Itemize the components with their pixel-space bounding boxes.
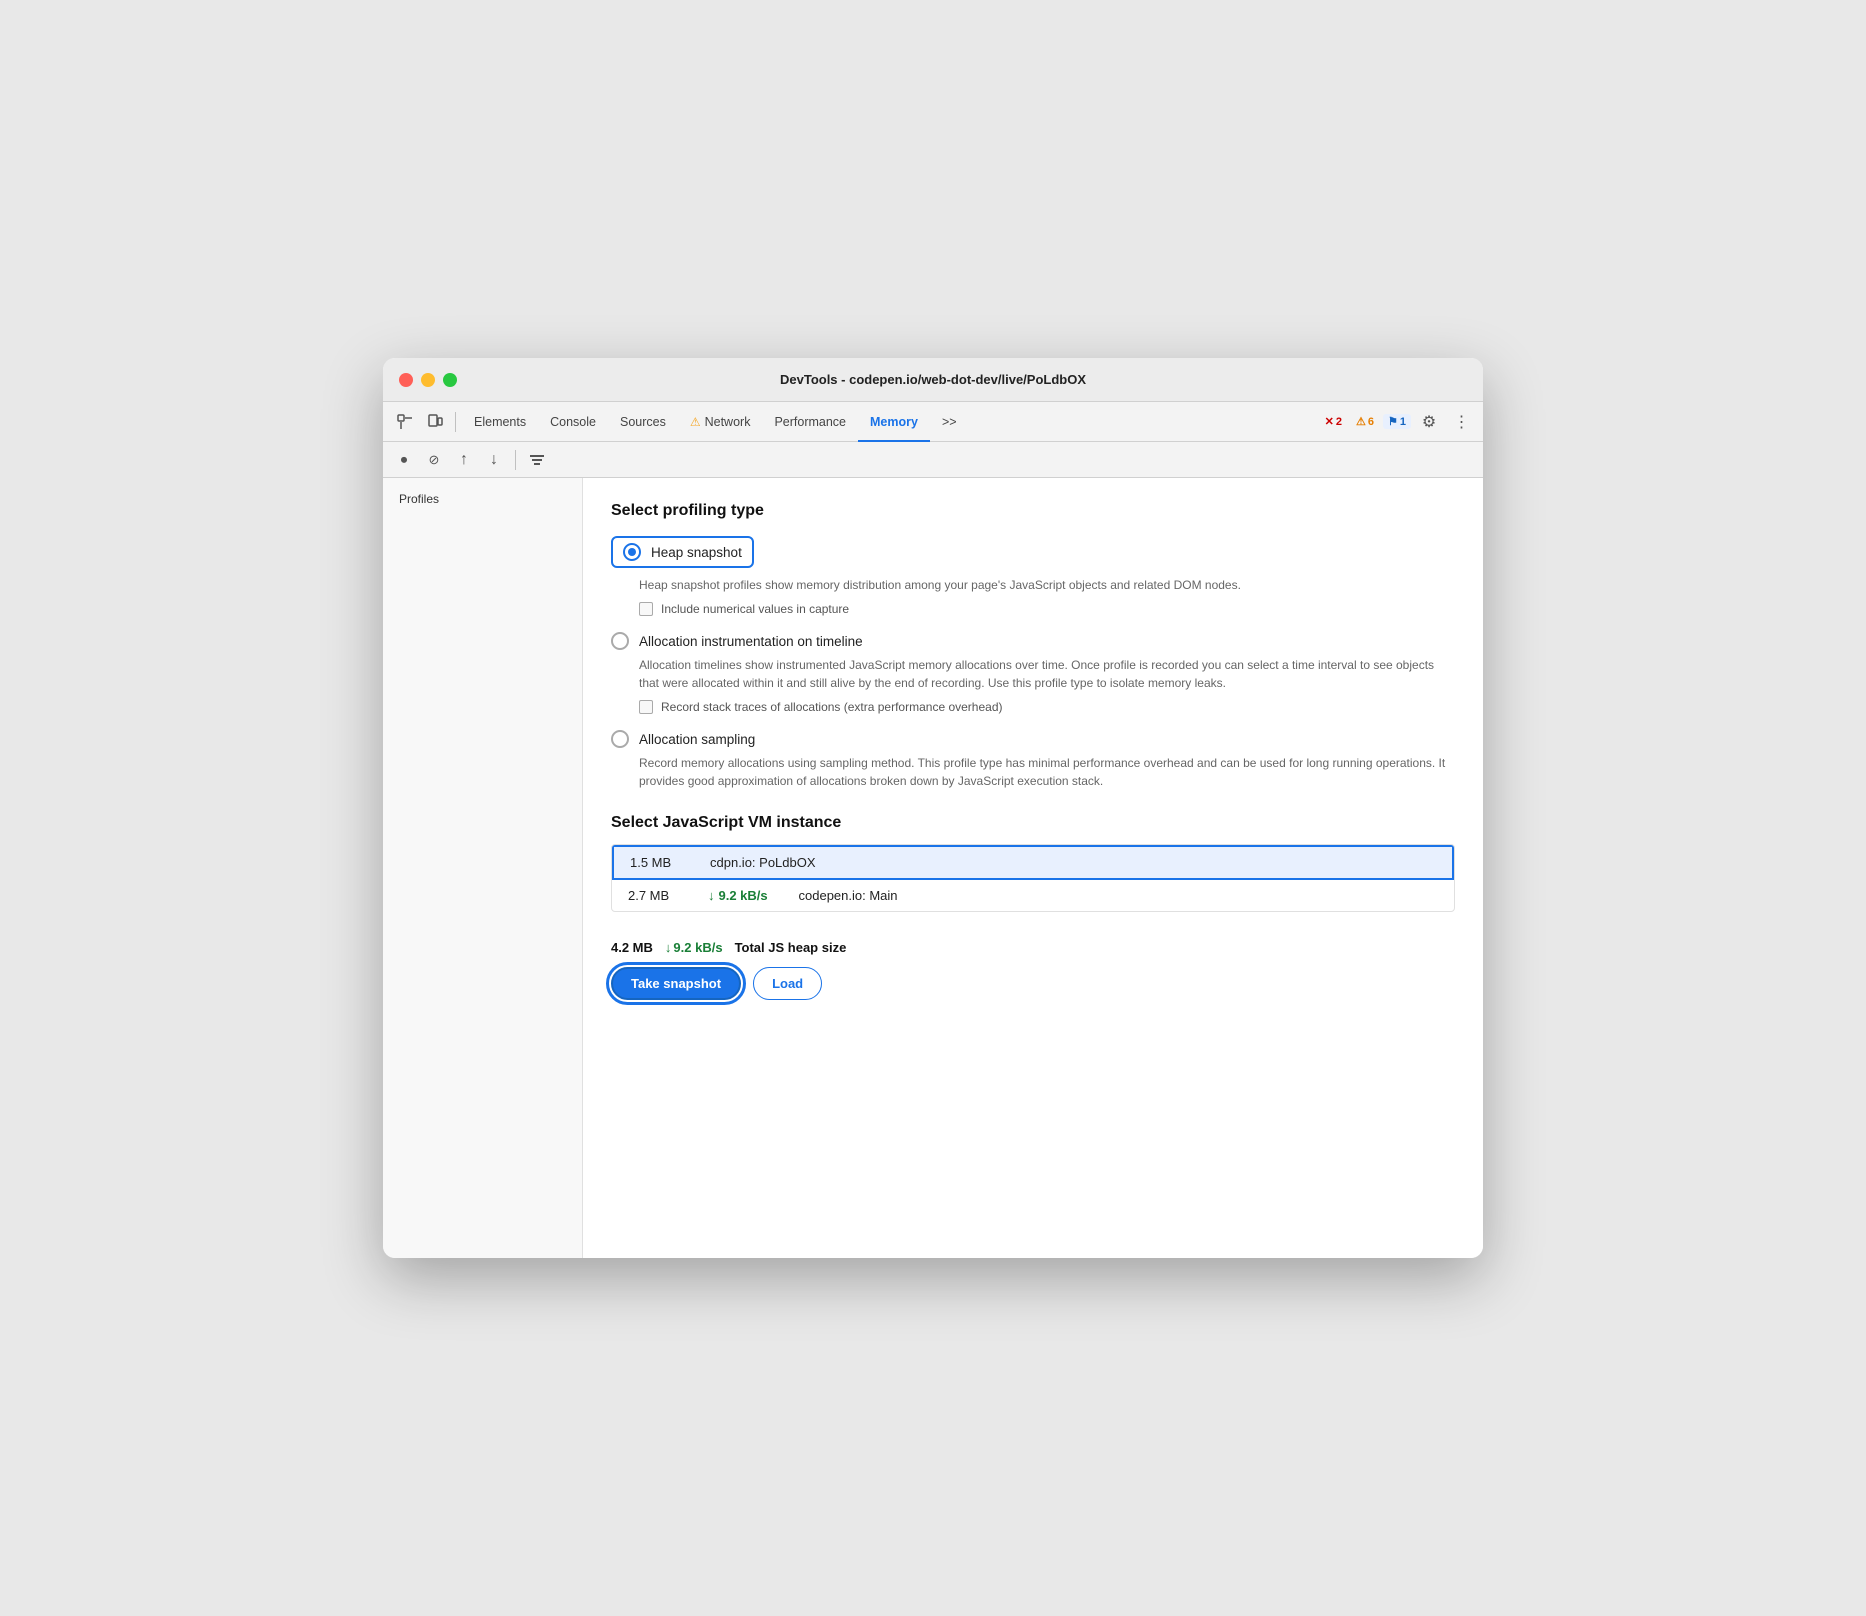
nav-toolbar: Elements Console Sources ⚠ Network Perfo…	[383, 402, 1483, 442]
minimize-button[interactable]	[421, 373, 435, 387]
tab-sources[interactable]: Sources	[608, 402, 678, 442]
close-button[interactable]	[399, 373, 413, 387]
record-stack-traces-label: Record stack traces of allocations (extr…	[661, 700, 1003, 714]
vm-cdpn-size: 1.5 MB	[630, 855, 710, 870]
allocation-sampling-desc: Record memory allocations using sampling…	[639, 754, 1455, 790]
allocation-timeline-desc: Allocation timelines show instrumented J…	[639, 656, 1455, 692]
content-area: Select profiling type Heap snapshot Heap…	[583, 478, 1483, 1258]
device-icon[interactable]	[421, 408, 449, 436]
error-badge[interactable]: ✕ 2	[1320, 414, 1347, 429]
record-button[interactable]: ⏺	[391, 447, 417, 473]
memory-toolbar: ⏺ ⊘ ↑ ↓	[383, 442, 1483, 478]
toolbar-right: ✕ 2 ⚠ 6 ⚑ 1 ⚙ ⋮	[1320, 408, 1475, 436]
sidebar: Profiles	[383, 478, 583, 1258]
stop-button[interactable]: ⊘	[421, 447, 447, 473]
traffic-lights	[399, 373, 457, 387]
take-snapshot-button[interactable]: Take snapshot	[611, 967, 741, 1000]
download-button[interactable]: ↓	[481, 447, 507, 473]
tab-console[interactable]: Console	[538, 402, 608, 442]
heap-snapshot-label: Heap snapshot	[651, 545, 742, 560]
settings-icon[interactable]: ⚙	[1415, 408, 1443, 436]
total-speed-arrow: ↓	[665, 940, 672, 955]
nav-tabs: Elements Console Sources ⚠ Network Perfo…	[462, 402, 1318, 442]
total-speed: 9.2 kB/s	[673, 940, 722, 955]
tab-more[interactable]: >>	[930, 402, 969, 442]
vm-codepen-speed: 9.2 kB/s	[719, 888, 799, 903]
sidebar-profiles-label: Profiles	[383, 486, 582, 512]
vm-cdpn-name: cdpn.io: PoLdbOX	[710, 855, 816, 870]
main-layout: Profiles Select profiling type Heap snap…	[383, 478, 1483, 1258]
load-button[interactable]: Load	[753, 967, 822, 1000]
action-buttons: Take snapshot Load	[611, 967, 1455, 1000]
total-size: 4.2 MB	[611, 940, 653, 955]
allocation-timeline-label: Allocation instrumentation on timeline	[639, 634, 863, 649]
option-allocation-timeline[interactable]: Allocation instrumentation on timeline A…	[611, 632, 1455, 714]
tab-elements[interactable]: Elements	[462, 402, 538, 442]
vm-codepen-speed-arrow: ↓	[708, 888, 715, 903]
vm-row-codepen[interactable]: 2.7 MB ↓ 9.2 kB/s codepen.io: Main	[612, 880, 1454, 911]
upload-button[interactable]: ↑	[451, 447, 477, 473]
vm-row-cdpn[interactable]: 1.5 MB cdpn.io: PoLdbOX	[612, 845, 1454, 880]
inspect-icon[interactable]	[391, 408, 419, 436]
tab-performance[interactable]: Performance	[762, 402, 858, 442]
devtools-window: DevTools - codepen.io/web-dot-dev/live/P…	[383, 358, 1483, 1258]
include-numerical-label: Include numerical values in capture	[661, 602, 849, 616]
error-icon: ✕	[1325, 415, 1334, 428]
vm-instance-table: 1.5 MB cdpn.io: PoLdbOX 2.7 MB ↓ 9.2 kB/…	[611, 844, 1455, 912]
titlebar: DevTools - codepen.io/web-dot-dev/live/P…	[383, 358, 1483, 402]
option-heap-snapshot[interactable]: Heap snapshot Heap snapshot profiles sho…	[611, 536, 1455, 616]
vm-codepen-size: 2.7 MB	[628, 888, 708, 903]
tab-network[interactable]: ⚠ Network	[678, 402, 763, 442]
heap-snapshot-desc: Heap snapshot profiles show memory distr…	[639, 576, 1455, 594]
radio-heap-snapshot[interactable]	[623, 543, 641, 561]
network-warn-icon: ⚠	[690, 415, 701, 429]
warn-count: 6	[1368, 416, 1374, 428]
allocation-timeline-checkbox-row[interactable]: Record stack traces of allocations (extr…	[639, 700, 1455, 714]
vm-codepen-name: codepen.io: Main	[799, 888, 898, 903]
clear-button[interactable]	[524, 447, 550, 473]
info-count: 1	[1400, 416, 1406, 428]
window-title: DevTools - codepen.io/web-dot-dev/live/P…	[780, 372, 1086, 387]
warn-icon: ⚠	[1356, 415, 1366, 428]
radio-allocation-timeline[interactable]	[611, 632, 629, 650]
vm-section-title: Select JavaScript VM instance	[611, 814, 1455, 832]
separator2	[515, 450, 516, 470]
error-count: 2	[1336, 416, 1342, 428]
info-badge[interactable]: ⚑ 1	[1383, 414, 1411, 429]
profiling-section-title: Select profiling type	[611, 502, 1455, 520]
radio-allocation-sampling[interactable]	[611, 730, 629, 748]
info-icon: ⚑	[1388, 415, 1398, 428]
maximize-button[interactable]	[443, 373, 457, 387]
warn-badge[interactable]: ⚠ 6	[1351, 414, 1379, 429]
heap-snapshot-checkbox-row[interactable]: Include numerical values in capture	[639, 602, 1455, 616]
allocation-sampling-label: Allocation sampling	[639, 732, 755, 747]
more-options-icon[interactable]: ⋮	[1447, 408, 1475, 436]
record-stack-traces-checkbox[interactable]	[639, 700, 653, 714]
option-allocation-sampling[interactable]: Allocation sampling Record memory alloca…	[611, 730, 1455, 790]
tab-memory[interactable]: Memory	[858, 402, 930, 442]
footer-bar: 4.2 MB ↓ 9.2 kB/s Total JS heap size	[611, 928, 1455, 959]
separator	[455, 412, 456, 432]
total-label: Total JS heap size	[735, 940, 847, 955]
include-numerical-checkbox[interactable]	[639, 602, 653, 616]
